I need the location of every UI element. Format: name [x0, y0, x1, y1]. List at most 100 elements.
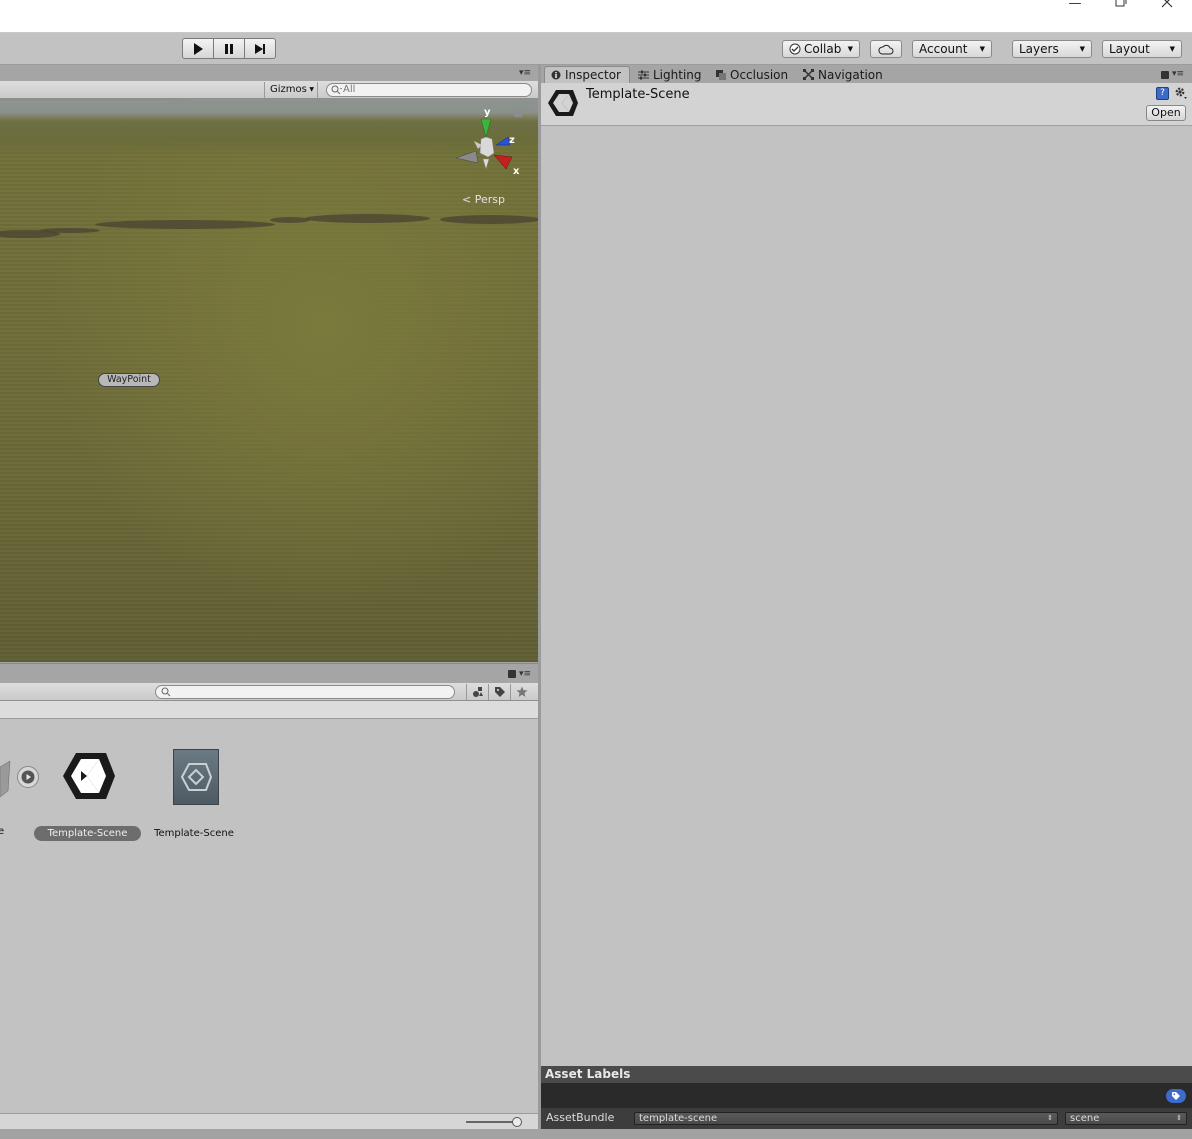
favorites-button[interactable] — [510, 684, 532, 700]
lock-icon[interactable] — [1161, 71, 1169, 79]
layers-dropdown[interactable]: Layers ▼ — [1012, 40, 1092, 58]
pause-icon — [225, 43, 233, 54]
open-button[interactable]: Open — [1146, 105, 1186, 121]
step-button[interactable] — [244, 38, 276, 59]
zoom-slider-thumb[interactable] — [512, 1117, 522, 1127]
asset-labels-panel: Asset Labels AssetBundle template-scene … — [541, 1066, 1192, 1129]
layers-label: Layers — [1019, 42, 1059, 56]
tab-inspector-label: Inspector — [565, 68, 621, 82]
dirt-path — [95, 220, 275, 229]
panel-menu-icon[interactable]: ▾≡ — [519, 669, 531, 679]
star-icon — [516, 686, 527, 697]
gizmos-label: Gizmos — [270, 84, 307, 95]
lock-icon[interactable] — [508, 670, 516, 678]
asset-bundle-row: AssetBundle template-scene ⇕ scene ⇕ — [541, 1108, 1192, 1129]
layout-dropdown[interactable]: Layout ▼ — [1102, 40, 1182, 58]
filter-by-type-button[interactable] — [466, 684, 488, 700]
gizmo-z-axis-icon — [495, 136, 511, 146]
open-label: Open — [1151, 106, 1181, 119]
gizmos-dropdown[interactable]: Gizmos ▼ — [264, 82, 318, 98]
chevron-down-icon: ▼ — [1169, 45, 1175, 53]
chevron-down-icon: ▼ — [979, 45, 985, 53]
tab-inspector[interactable]: Inspector — [544, 66, 630, 83]
tab-lighting-label: Lighting — [653, 67, 702, 82]
dirt-path — [270, 217, 310, 223]
tag-icon — [494, 687, 505, 697]
asset-bundle-dropdown[interactable]: template-scene ⇕ — [634, 1112, 1058, 1125]
project-toolbar — [0, 683, 538, 701]
inspector-body — [541, 126, 1192, 1066]
collab-label: Collab — [804, 42, 842, 56]
partial-asset-label: e — [0, 826, 5, 837]
scene-toolbar: Gizmos ▼ All — [0, 81, 538, 99]
inspector-header: Template-Scene ? Open — [541, 83, 1192, 126]
tab-navigation-label: Navigation — [818, 67, 883, 82]
asset-variant-value: scene — [1070, 1113, 1100, 1124]
minimize-icon[interactable]: — — [1052, 0, 1098, 12]
zoom-slider-track[interactable] — [466, 1121, 518, 1123]
tab-navigation[interactable]: Navigation — [803, 66, 883, 83]
step-icon — [255, 43, 265, 54]
scene-orientation-gizmo[interactable]: y z x — [448, 103, 528, 181]
projection-toggle[interactable]: < Persp — [462, 193, 505, 206]
project-search-input[interactable] — [155, 685, 455, 699]
play-button[interactable] — [182, 38, 214, 59]
dirt-path — [440, 215, 538, 224]
filter-type-icon — [472, 687, 483, 697]
chevron-updown-icon: ⇕ — [1176, 1114, 1182, 1122]
tab-lighting[interactable]: Lighting — [638, 66, 702, 83]
pause-button[interactable] — [213, 38, 245, 59]
project-tab-bar: ▾≡ — [0, 663, 538, 683]
asset-label[interactable]: Template-Scene — [144, 826, 244, 841]
window-title-bar: — — [0, 0, 1192, 33]
restore-icon[interactable] — [1098, 0, 1144, 12]
help-icon: ? — [1160, 88, 1165, 98]
collab-dropdown[interactable]: Collab ▼ — [782, 40, 860, 58]
playback-controls — [182, 38, 276, 59]
play-circle-icon — [21, 770, 35, 784]
unity-scene-icon-gray[interactable] — [173, 749, 219, 805]
inspector-tab-bar: Inspector Lighting Occlusion Navigation … — [541, 65, 1192, 83]
unity-logo-icon — [180, 763, 213, 791]
asset-bundle-value: template-scene — [639, 1113, 718, 1124]
persp-label: Persp — [474, 193, 505, 206]
scene-tab-bar: ▾≡ — [0, 65, 538, 81]
add-label-button[interactable] — [1166, 1089, 1186, 1103]
project-asset-grid: e — [0, 719, 538, 1113]
close-icon[interactable] — [1144, 0, 1190, 12]
navigation-icon — [803, 69, 814, 80]
scene-search-field[interactable]: All — [326, 83, 532, 97]
asset-labels-area — [541, 1083, 1192, 1108]
panel-menu-icon[interactable]: ▾≡ — [519, 68, 531, 78]
filter-by-label-button[interactable] — [488, 684, 510, 700]
object-title: Template-Scene — [586, 87, 690, 102]
search-icon — [161, 687, 171, 697]
gear-icon — [1175, 87, 1187, 99]
tab-occlusion[interactable]: Occlusion — [716, 66, 788, 83]
asset-variant-dropdown[interactable]: scene ⇕ — [1065, 1112, 1187, 1125]
unity-scene-icon — [548, 90, 578, 116]
main-toolbar: Collab ▼ Account ▼ Layers ▼ Layout ▼ — [0, 33, 1192, 65]
panel-menu-icon[interactable]: ▾≡ — [1172, 69, 1184, 79]
dirt-path — [40, 228, 100, 233]
expand-arrow-button[interactable] — [17, 766, 39, 788]
waypoint-label[interactable]: WayPoint — [98, 373, 160, 387]
asset-labels-heading: Asset Labels — [541, 1066, 1192, 1083]
unity-scene-icon[interactable] — [57, 747, 115, 805]
info-icon — [551, 70, 561, 80]
cloud-button[interactable] — [870, 40, 902, 58]
account-dropdown[interactable]: Account ▼ — [912, 40, 992, 58]
status-bar — [0, 1129, 1192, 1139]
prefab-icon[interactable] — [0, 761, 12, 797]
search-icon — [331, 85, 342, 95]
chevron-down-icon: ▼ — [309, 86, 314, 93]
asset-label-selected[interactable]: Template-Scene — [34, 826, 141, 841]
chevron-left-icon: < — [462, 193, 472, 206]
chevron-down-icon: ▼ — [1079, 45, 1085, 53]
play-icon — [194, 42, 203, 55]
help-button[interactable]: ? — [1156, 87, 1169, 100]
asset-bundle-label: AssetBundle — [546, 1111, 615, 1124]
settings-gear-button[interactable] — [1174, 86, 1190, 100]
account-label: Account — [919, 42, 968, 56]
scene-viewport[interactable]: y z x < Persp WayPoint — [0, 99, 538, 662]
